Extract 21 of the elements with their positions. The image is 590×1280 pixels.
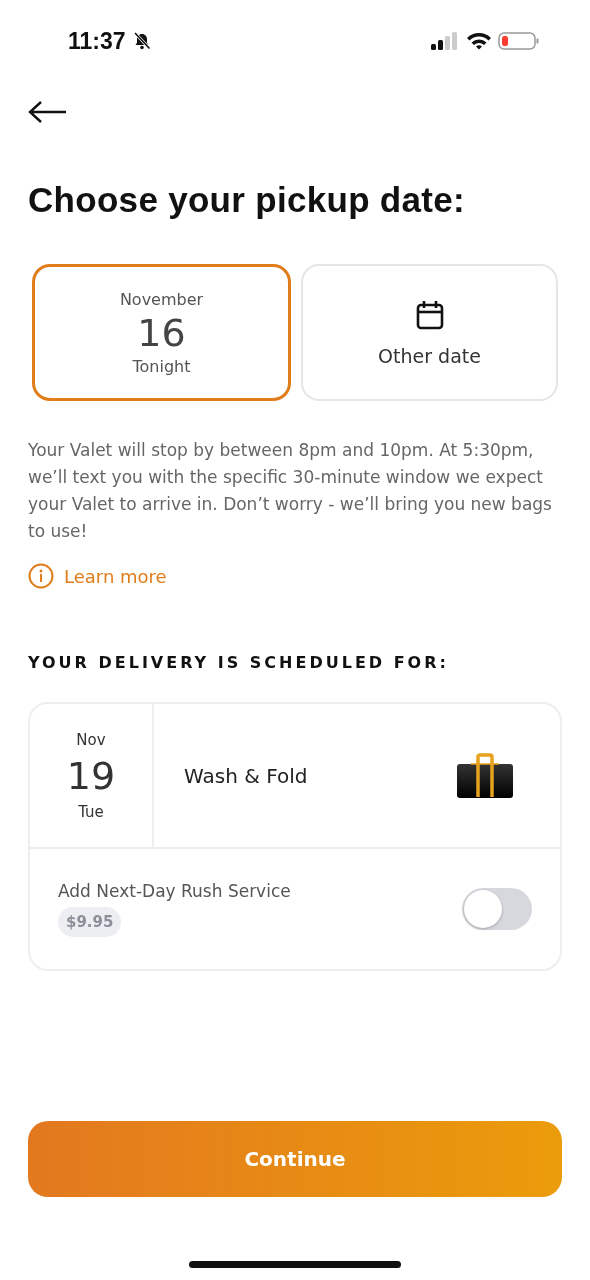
date-option[interactable]: November 16 Tonight (32, 264, 291, 401)
page-title: Choose your pickup date: (28, 180, 466, 220)
delivery-day: 19 (66, 748, 116, 803)
delivery-weekday: Tue (78, 802, 104, 821)
section-heading: YOUR DELIVERY IS SCHEDULED FOR: (28, 653, 450, 672)
signal-icon (430, 31, 460, 51)
date-option[interactable]: Other date (301, 264, 558, 401)
wifi-icon (466, 31, 492, 51)
delivery-month: Nov (76, 730, 106, 749)
bag-icon (456, 752, 514, 799)
description-text: Your Valet will stop by between 8pm and 10pm. At 5:30pm, we’ll text you with the specific 30-minute window we expect your Valet to arrive in. Don’t worry - we’ll bring you new bags to use! (28, 439, 553, 543)
battery-icon (498, 31, 540, 51)
rush-label: Add Next-Day Rush Service (58, 881, 291, 901)
price-badge: $9.95 (58, 907, 122, 937)
back-button[interactable] (28, 100, 68, 124)
status-time: 11:37 (68, 27, 126, 55)
rush-toggle[interactable] (462, 888, 532, 930)
service-name: Wash & Fold (184, 763, 308, 788)
info-icon (28, 563, 54, 589)
calendar-icon (414, 298, 445, 331)
bell-muted-icon (131, 31, 152, 51)
